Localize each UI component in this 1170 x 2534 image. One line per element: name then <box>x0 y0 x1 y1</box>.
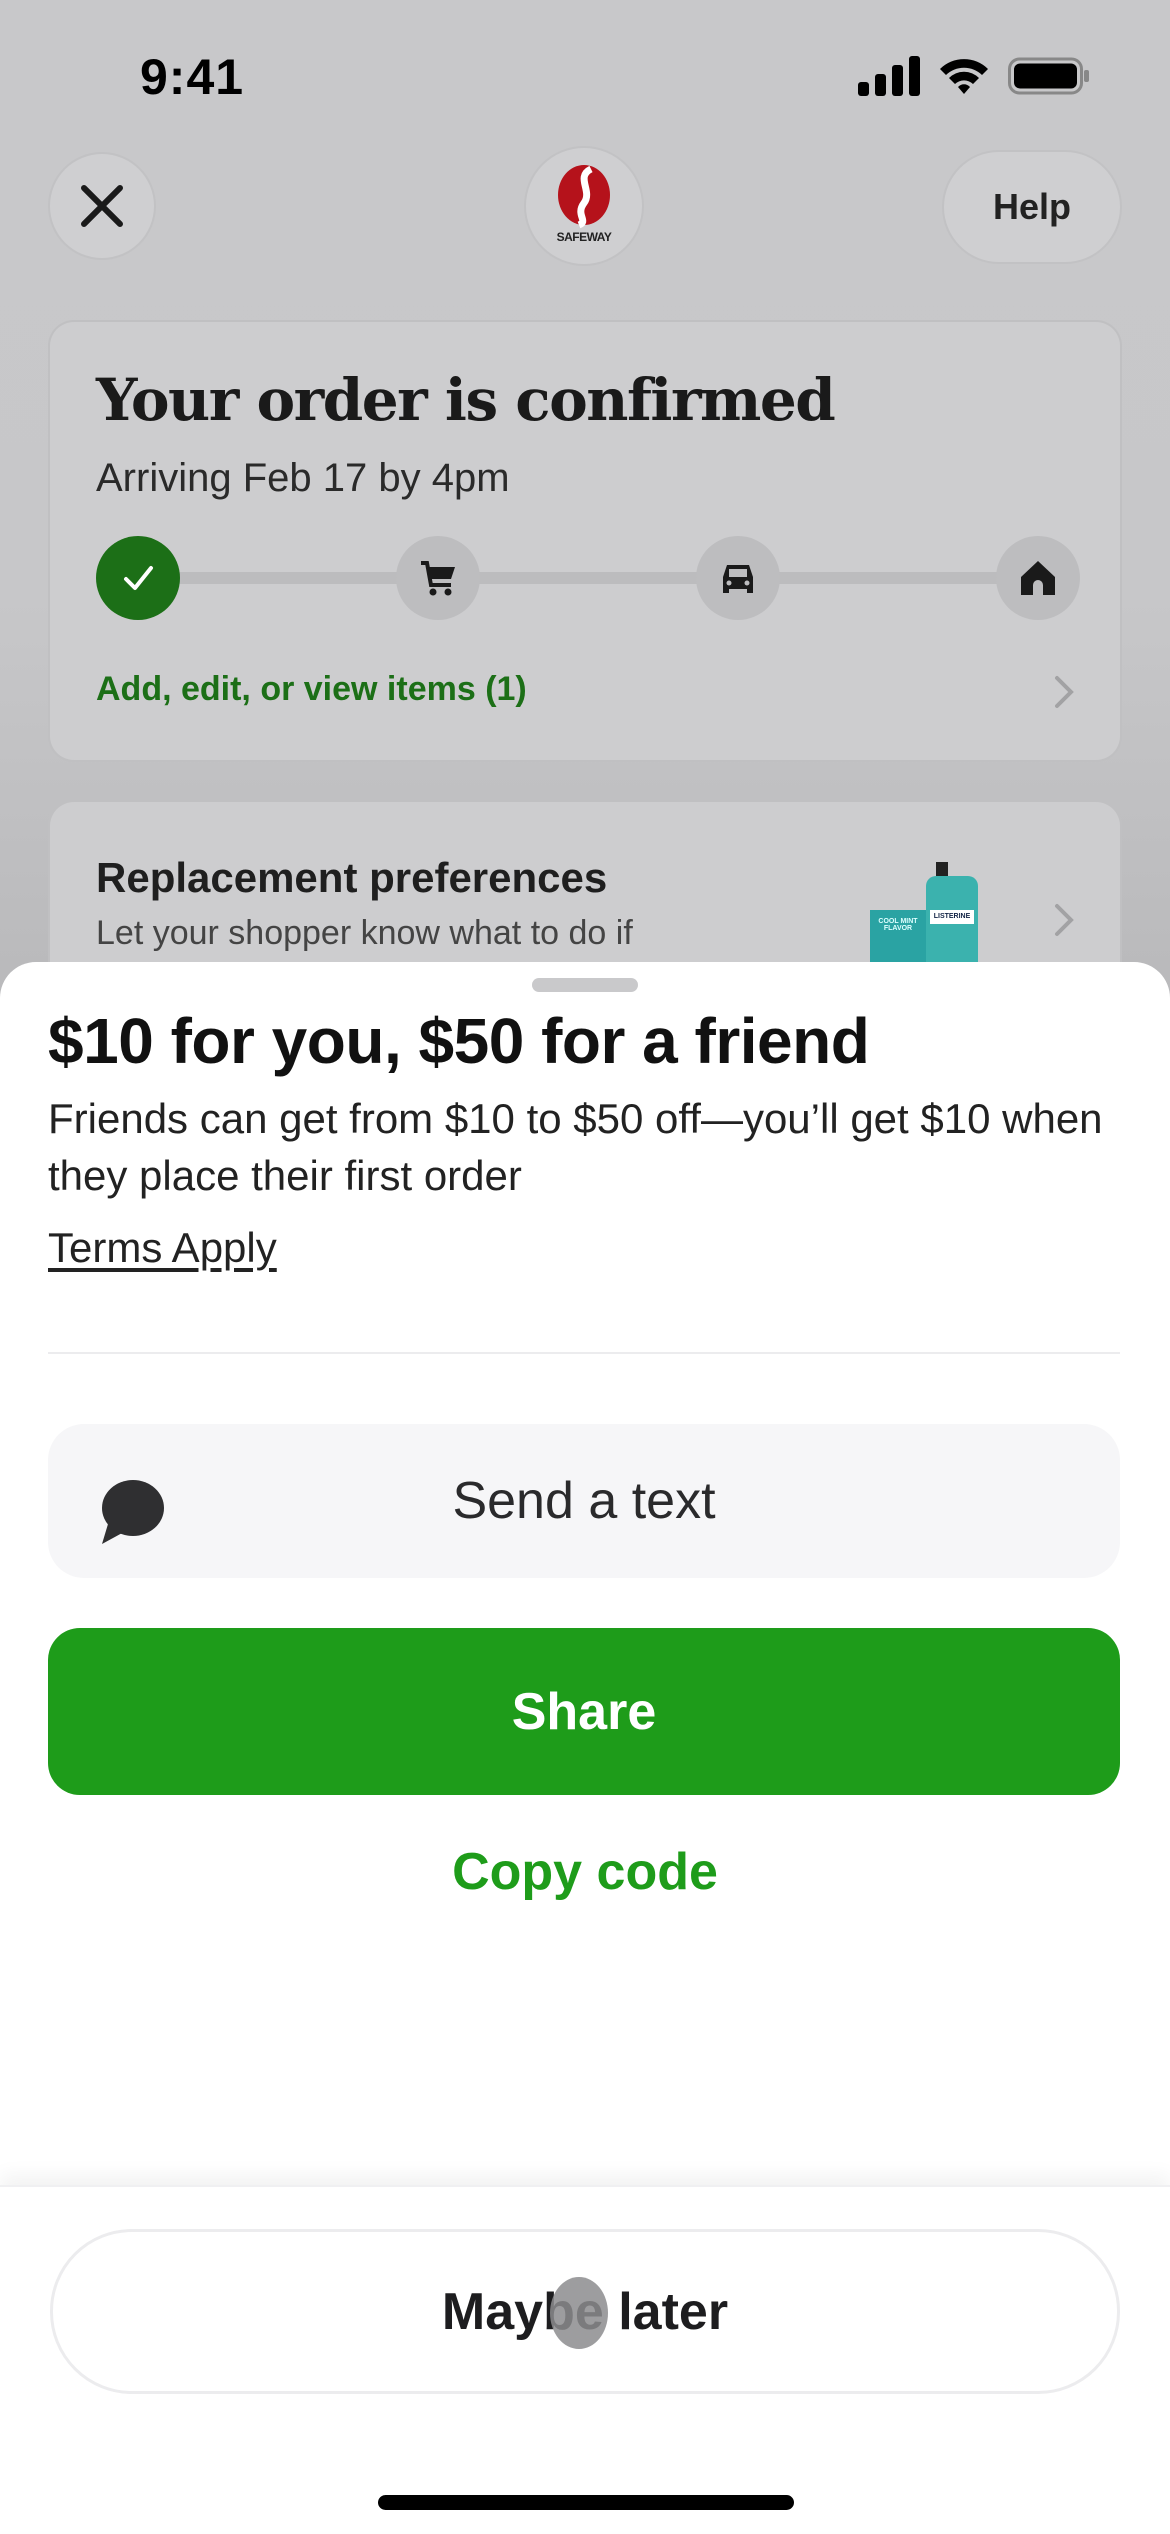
edit-items-link[interactable]: Add, edit, or view items (1) <box>96 670 527 709</box>
help-button[interactable]: Help <box>944 152 1120 262</box>
status-time: 9:41 <box>140 49 245 105</box>
close-button[interactable] <box>50 154 154 258</box>
divider <box>48 1352 1120 1354</box>
product-box: COOL MINT FLAVOR <box>870 910 926 962</box>
safeway-logo: SAFEWAY <box>526 148 642 264</box>
copy-code-button[interactable]: Copy code <box>0 1842 1170 1902</box>
close-icon <box>81 185 123 227</box>
step-delivered <box>996 536 1080 620</box>
step-shopping <box>396 536 480 620</box>
check-icon <box>124 566 153 590</box>
terms-apply-link[interactable]: Terms Apply <box>48 1224 277 1272</box>
cellular-signal-icon <box>858 56 920 96</box>
step-delivering <box>696 536 780 620</box>
share-button[interactable]: Share <box>48 1628 1120 1795</box>
home-indicator[interactable] <box>378 2495 794 2510</box>
bottle-cap <box>936 862 948 876</box>
send-text-button[interactable]: Send a text <box>48 1424 1120 1578</box>
cart-icon <box>421 561 455 596</box>
step-confirmed <box>96 536 180 620</box>
order-title: Your order is confirmed <box>96 366 836 434</box>
product-image: COOL MINT FLAVOR LISTERINE <box>870 862 986 962</box>
replacement-subtitle: Let your shopper know what to do if <box>96 914 633 952</box>
sheet-drag-handle[interactable] <box>532 978 638 992</box>
bottle: LISTERINE <box>926 876 978 962</box>
logo-text: SAFEWAY <box>556 230 612 244</box>
referral-title: $10 for you, $50 for a friend <box>48 1005 870 1077</box>
order-status-card: Your order is confirmed Arriving Feb 17 … <box>50 322 1120 760</box>
send-text-label: Send a text <box>452 1472 716 1530</box>
home-icon <box>1021 561 1055 595</box>
wifi-icon <box>940 59 988 94</box>
order-arrival: Arriving Feb 17 by 4pm <box>96 456 510 500</box>
sheet-footer: Maybe later <box>0 2185 1170 2534</box>
referral-description: Friends can get from $10 to $50 off—you’… <box>48 1095 1103 1199</box>
status-icons <box>858 56 1090 96</box>
progress-track <box>136 572 1040 584</box>
order-progress <box>96 536 1080 620</box>
touch-indicator <box>550 2277 608 2349</box>
chevron-right-icon[interactable] <box>1052 674 1076 710</box>
car-icon <box>723 565 753 593</box>
replacement-title: Replacement preferences <box>96 854 608 901</box>
battery-icon <box>1008 57 1089 95</box>
bottle-label: LISTERINE <box>930 910 974 924</box>
chevron-right-icon[interactable] <box>1052 902 1076 938</box>
